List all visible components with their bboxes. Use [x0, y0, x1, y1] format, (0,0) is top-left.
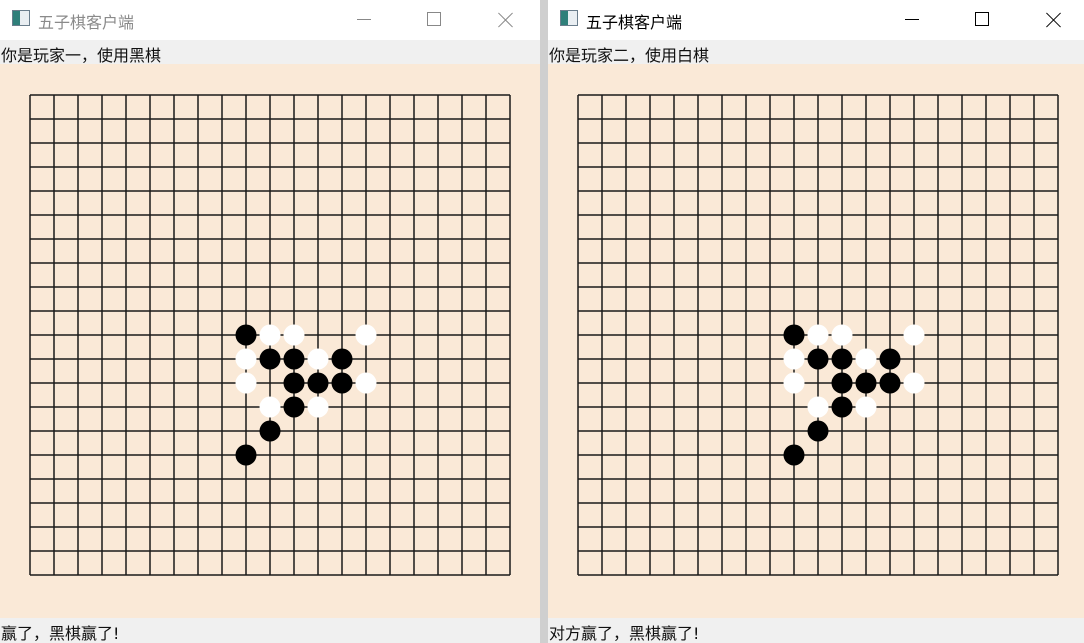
black-stone: [283, 348, 305, 370]
black-stone: [831, 396, 853, 418]
window-title: 五子棋客户端: [586, 13, 683, 32]
white-stone: [259, 396, 281, 418]
black-stone: [807, 348, 829, 370]
black-stone: [331, 372, 353, 394]
black-stone: [879, 372, 901, 394]
app-icon: [12, 10, 30, 26]
black-stone: [855, 372, 877, 394]
title-bar[interactable]: 五子棋客户端: [0, 0, 540, 40]
player-info-label: 你是玩家二，使用白棋: [549, 46, 710, 65]
white-stone: [235, 372, 257, 394]
player-info-label: 你是玩家一，使用黑棋: [1, 46, 162, 65]
white-stone: [783, 372, 805, 394]
black-stone: [879, 348, 901, 370]
maximize-icon[interactable]: [958, 0, 1004, 40]
white-stone: [307, 348, 329, 370]
white-stone: [235, 348, 257, 370]
app-icon: [560, 10, 578, 26]
window-title: 五子棋客户端: [38, 13, 135, 32]
gomoku-board-panel[interactable]: [0, 64, 540, 618]
black-stone: [283, 372, 305, 394]
black-stone: [259, 420, 281, 442]
game-status-label: 赢了，黑棋赢了!: [1, 624, 120, 643]
black-stone: [783, 444, 805, 466]
client-window-player-one: 五子棋客户端 你是玩家一，使用黑棋 赢了，黑棋赢了!: [0, 0, 540, 643]
white-stone: [259, 324, 281, 346]
maximize-icon[interactable]: [410, 0, 456, 40]
black-stone: [331, 348, 353, 370]
client-window-player-two: 五子棋客户端 你是玩家二，使用白棋 对方赢了，黑棋赢了!: [548, 0, 1084, 643]
white-stone: [283, 324, 305, 346]
white-stone: [355, 372, 377, 394]
white-stone: [831, 324, 853, 346]
gomoku-board-panel[interactable]: [548, 64, 1084, 618]
close-icon[interactable]: [482, 0, 528, 40]
black-stone: [783, 324, 805, 346]
gomoku-board[interactable]: [548, 64, 1084, 618]
black-stone: [283, 396, 305, 418]
black-stone: [235, 324, 257, 346]
minimize-icon[interactable]: [888, 0, 934, 40]
window-gap: [540, 0, 548, 643]
black-stone: [235, 444, 257, 466]
white-stone: [355, 324, 377, 346]
game-status-label: 对方赢了，黑棋赢了!: [549, 624, 700, 643]
white-stone: [903, 324, 925, 346]
black-stone: [831, 348, 853, 370]
title-bar[interactable]: 五子棋客户端: [548, 0, 1084, 40]
black-stone: [307, 372, 329, 394]
black-stone: [259, 348, 281, 370]
close-icon[interactable]: [1030, 0, 1076, 40]
white-stone: [307, 396, 329, 418]
white-stone: [807, 324, 829, 346]
gomoku-board[interactable]: [0, 64, 540, 618]
minimize-icon[interactable]: [340, 0, 386, 40]
black-stone: [807, 420, 829, 442]
white-stone: [855, 396, 877, 418]
white-stone: [903, 372, 925, 394]
white-stone: [783, 348, 805, 370]
white-stone: [855, 348, 877, 370]
black-stone: [831, 372, 853, 394]
white-stone: [807, 396, 829, 418]
